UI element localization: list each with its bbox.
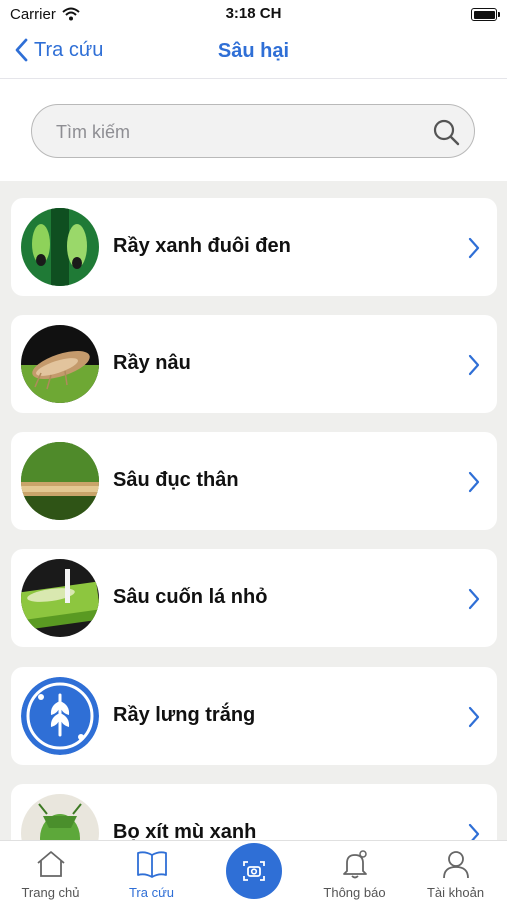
tab-home-label: Trang chủ [21,885,80,900]
item-label: Bọ xít mù xanh [113,821,257,840]
pest-thumbnail [21,442,99,520]
status-time: 3:18 CH [225,5,282,22]
list-item[interactable]: Bọ xít mù xanh [11,784,497,840]
tab-account-label: Tài khoản [426,885,485,900]
tab-account[interactable]: Tài khoản [405,841,506,901]
chevron-right-icon [468,354,480,376]
list-item[interactable]: Rầy nâu [11,315,497,413]
battery-icon [471,8,500,21]
bell-icon [342,850,367,879]
chevron-right-icon [468,588,480,610]
item-label: Sâu cuốn lá nhỏ [113,586,268,608]
search-area [0,79,507,181]
tab-lookup[interactable]: Tra cứu [101,841,202,901]
chevron-right-icon [468,706,480,728]
status-bar: Carrier 3:18 CH [0,0,507,28]
search-input[interactable] [54,117,418,147]
item-label: Sâu đục thân [113,469,239,491]
pest-thumbnail [21,559,99,637]
camera-icon [243,861,265,881]
pest-thumbnail [21,208,99,286]
pest-list: Rầy xanh đuôi đen Rầy nâu Sâu đục thân S… [0,181,507,840]
tab-notifications[interactable]: Thông báo [304,841,405,901]
chevron-right-icon [468,237,480,259]
tab-notifications-label: Thông báo [323,885,386,900]
search-box[interactable] [31,104,475,158]
pest-thumbnail [21,794,99,840]
item-label: Rầy lưng trắng [113,704,256,726]
chevron-right-icon [468,823,480,840]
list-item[interactable]: Sâu cuốn lá nhỏ [11,549,497,647]
pest-thumbnail [21,325,99,403]
chevron-right-icon [468,471,480,493]
user-icon [442,851,469,879]
navigation-bar: Tra cứu Sâu hại [0,28,507,79]
tab-home[interactable]: Trang chủ [0,841,101,901]
page-title: Sâu hại [217,40,290,62]
camera-scan-button[interactable] [226,843,282,899]
home-icon [36,851,65,877]
list-item[interactable]: Rầy xanh đuôi đen [11,198,497,296]
item-label: Rầy nâu [113,352,191,374]
item-label: Rầy xanh đuôi đen [113,235,291,257]
list-item[interactable]: Rầy lưng trắng [11,667,497,765]
book-icon [136,851,167,878]
tab-bar: Trang chủ Tra cứu Thông báo Tài khoản [0,840,507,901]
search-icon[interactable] [432,118,460,146]
tab-lookup-label: Tra cứu [128,885,175,900]
list-item[interactable]: Sâu đục thân [11,432,497,530]
placeholder-leaf-icon [21,677,99,755]
